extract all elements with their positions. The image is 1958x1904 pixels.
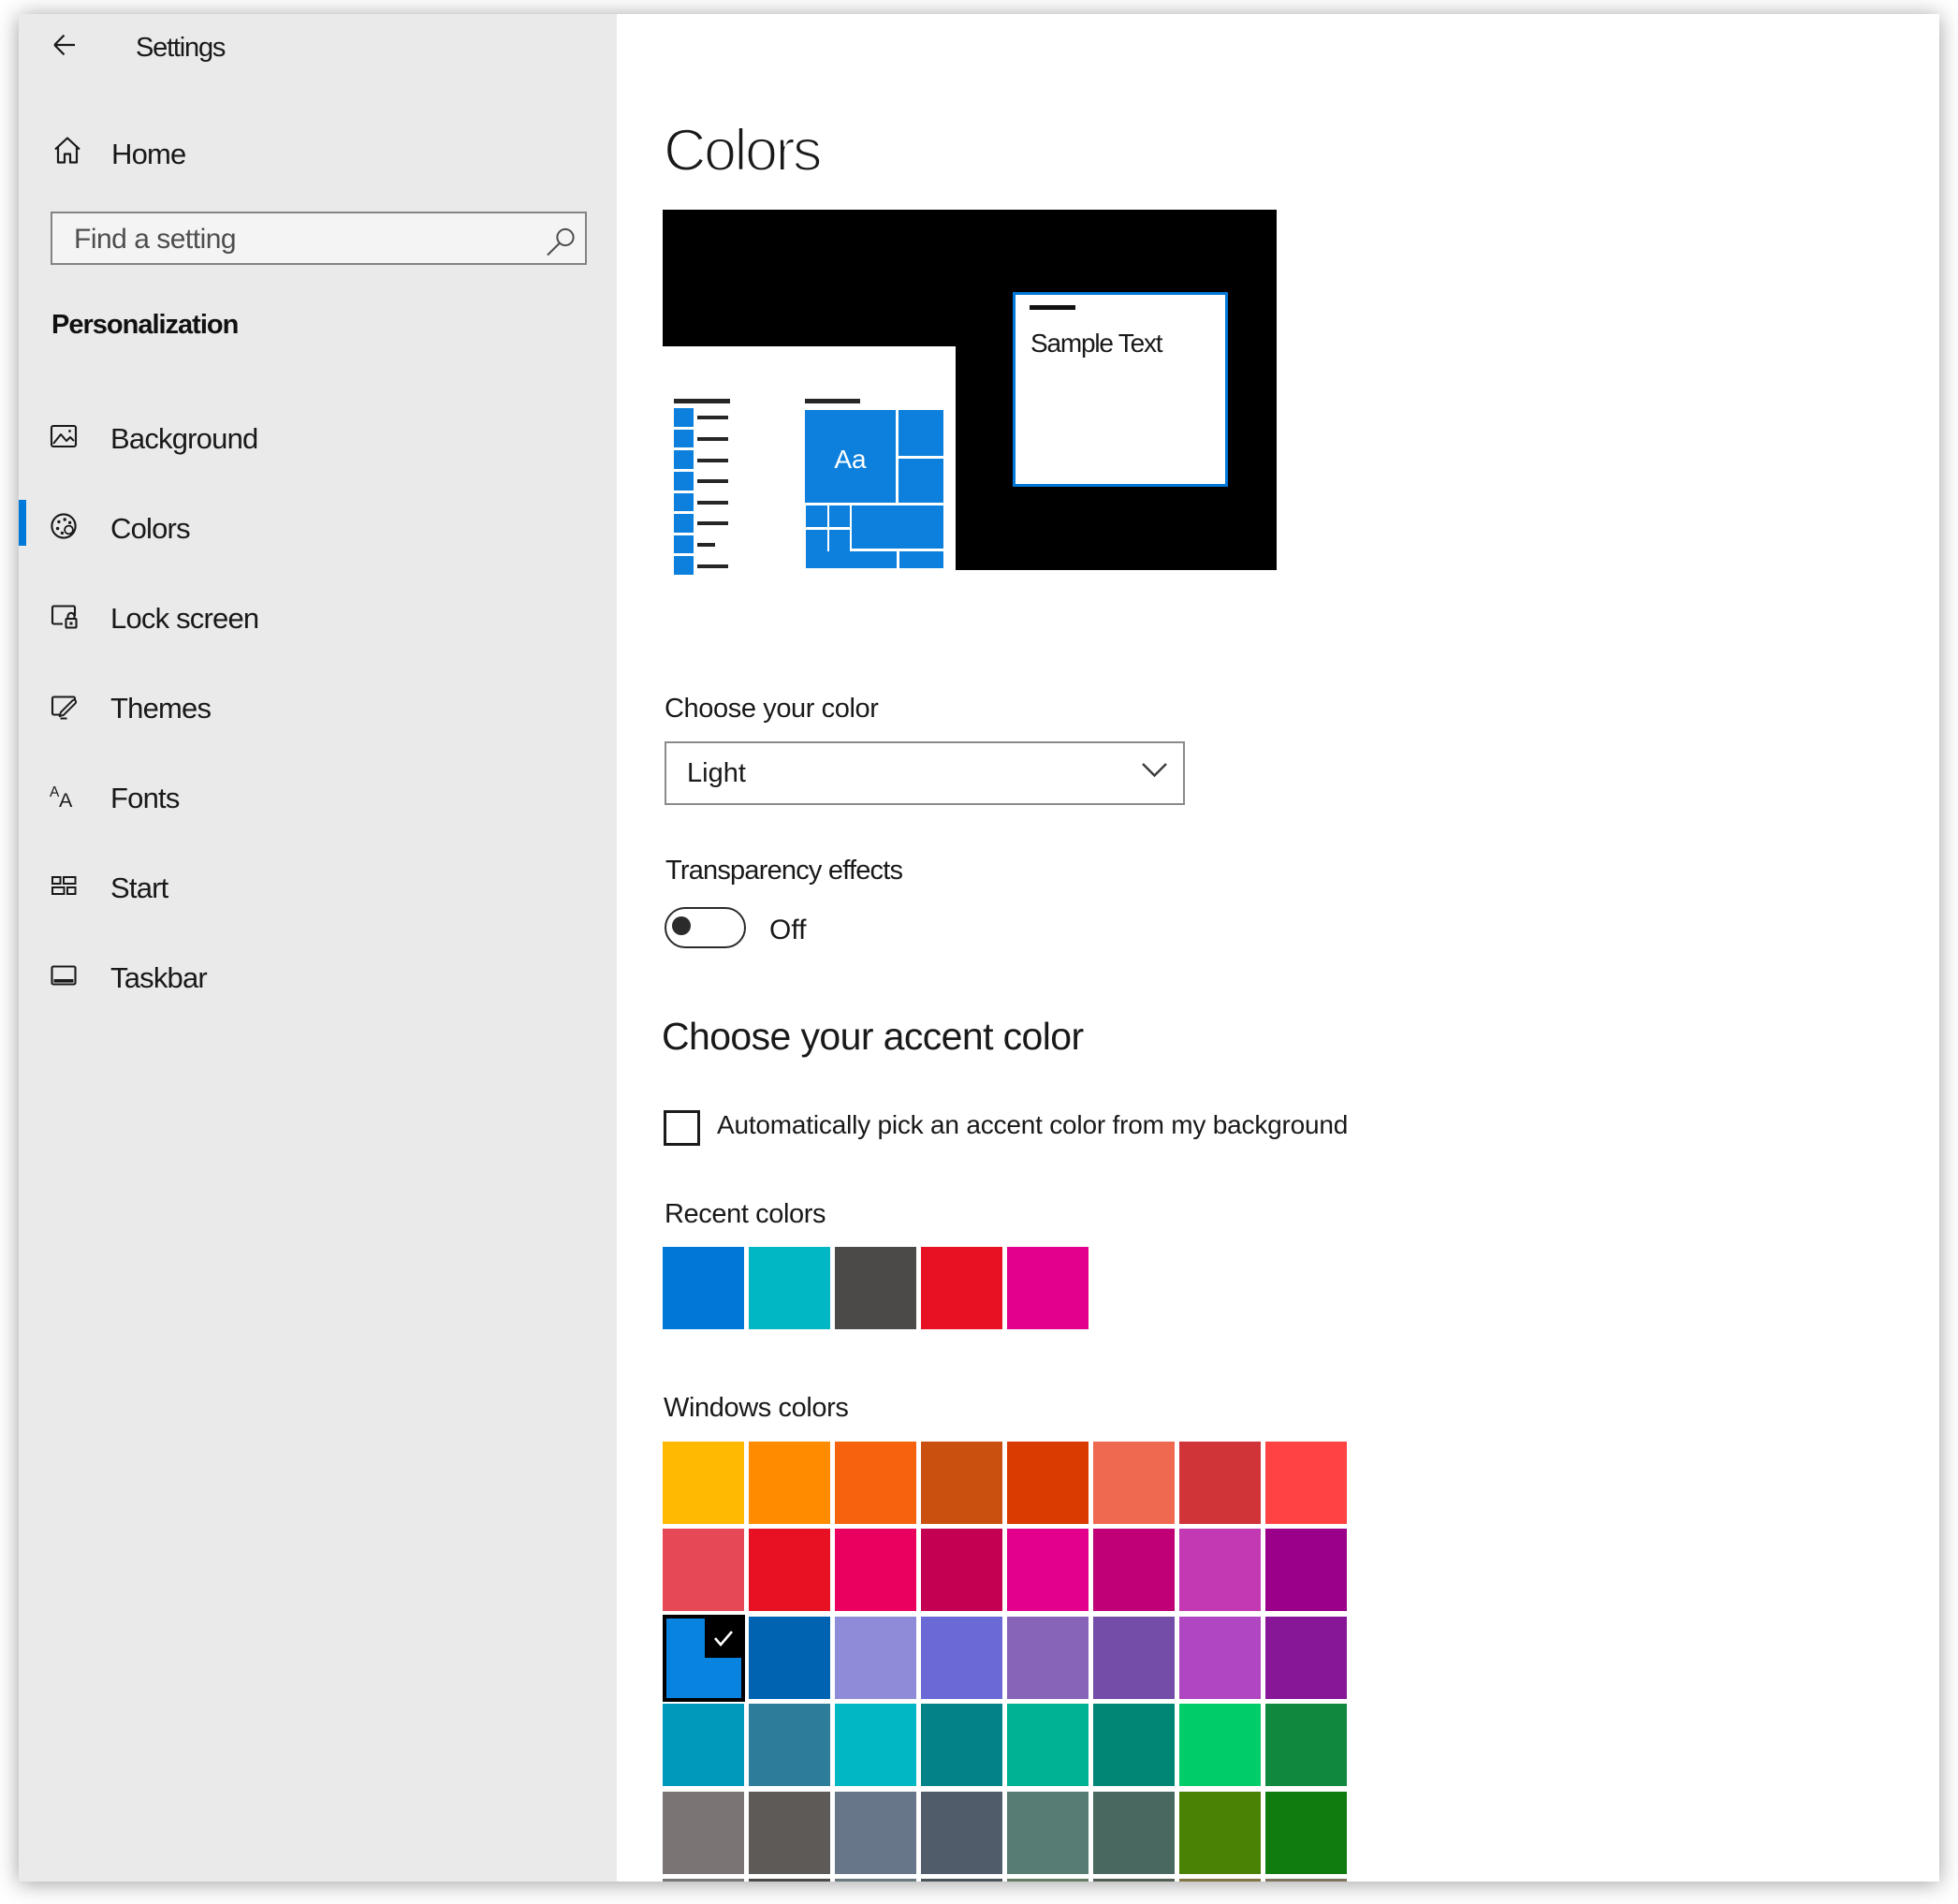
svg-text:A: A bbox=[59, 789, 73, 811]
